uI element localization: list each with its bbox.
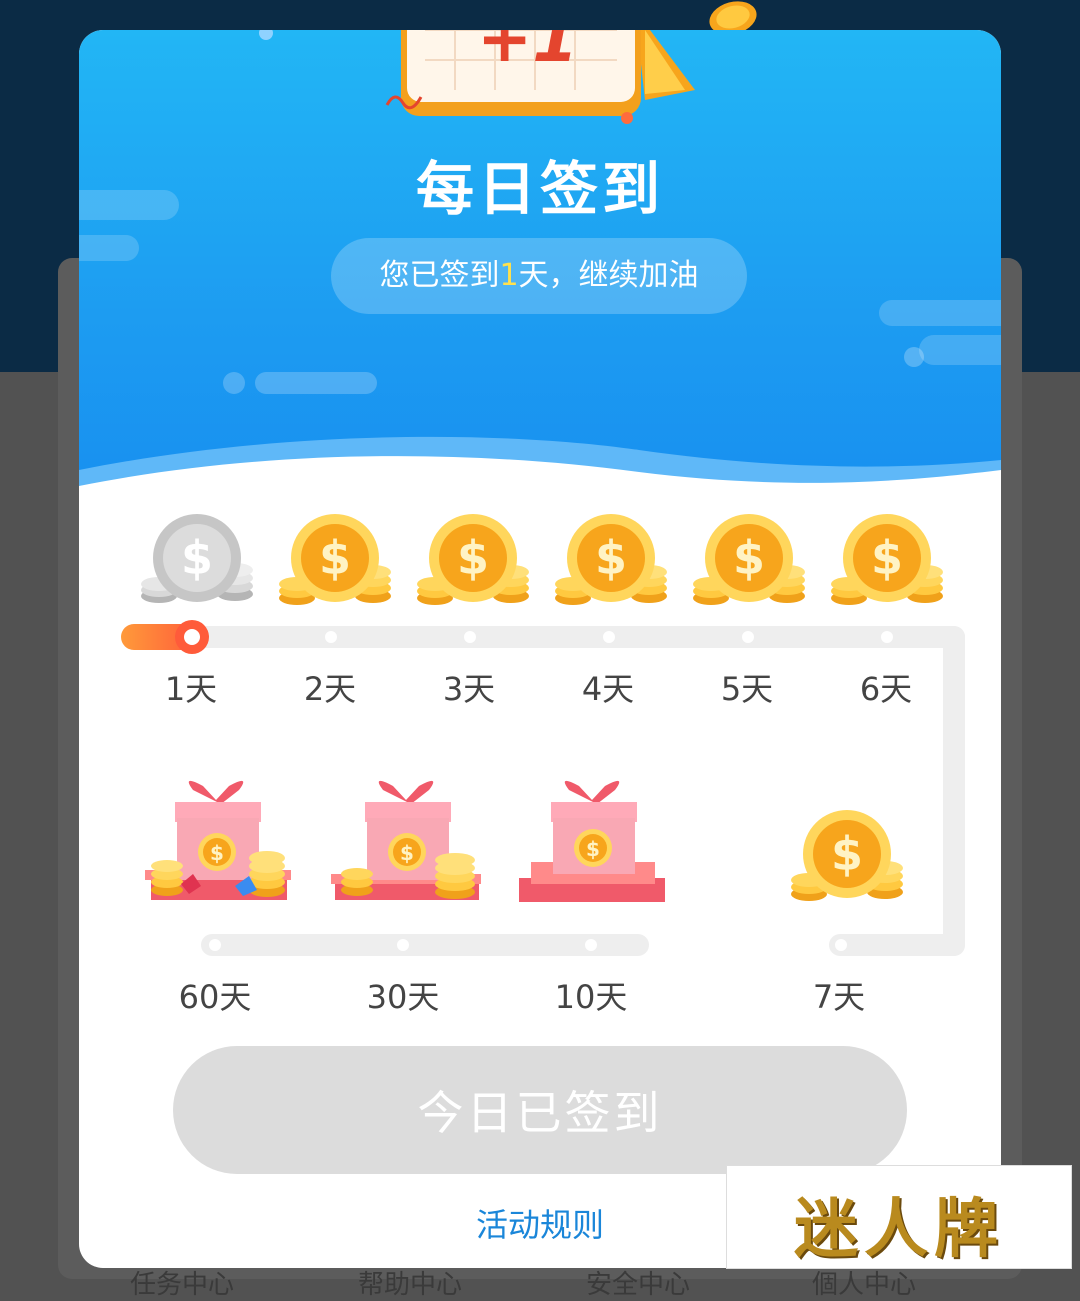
gift-box-gems-reward-icon: $ (145, 780, 291, 900)
silver-coin-reward-icon: $ (141, 514, 253, 603)
progress-dot (397, 939, 409, 951)
day-label: 6天 (859, 670, 913, 708)
progress-dot (464, 631, 476, 643)
progress-dot (603, 631, 615, 643)
svg-text:$: $ (871, 531, 903, 585)
day-label: 10天 (554, 978, 628, 1016)
background-tab: 安全中心 (586, 1270, 691, 1300)
progress-track (137, 626, 965, 648)
day-label: 5天 (720, 670, 774, 708)
gold-coin-reward-icon: $ (417, 514, 529, 605)
progress-track (829, 934, 965, 956)
day-label: 4天 (581, 670, 635, 708)
day-label: 60天 (178, 978, 252, 1016)
gift-box-reward-icon: $ (519, 780, 665, 902)
background-tab: 任务中心 (130, 1270, 235, 1300)
day-label: 30天 (366, 978, 440, 1016)
svg-text:$: $ (831, 827, 863, 881)
progress-dot (881, 631, 893, 643)
day-label: 1天 (164, 670, 218, 708)
calendar-plus-one: +1 (477, 30, 579, 77)
checkin-days-count: 1 (499, 258, 519, 293)
svg-text:$: $ (319, 531, 351, 585)
progress-dot (742, 631, 754, 643)
checkin-modal: +1 每日签到 您已签到1天，继续加油 $ $ $ $ $ $ 1天 2天 3天… (79, 30, 1001, 1268)
svg-text:$: $ (210, 841, 224, 865)
gold-coin-reward-icon: $ (693, 514, 805, 605)
gold-coin-reward-icon: $ (555, 514, 667, 605)
progress-dot (585, 939, 597, 951)
progress-track (201, 934, 649, 956)
progress-dot (835, 939, 847, 951)
svg-text:$: $ (181, 531, 213, 585)
checked-in-today-button[interactable]: 今日已签到 (173, 1046, 907, 1174)
page-title: 每日签到 (415, 155, 664, 223)
gold-coin-reward-icon: $ (831, 514, 943, 605)
ribbon-icon (385, 95, 423, 110)
cloud-icon (879, 300, 1001, 367)
svg-text:$: $ (595, 531, 627, 585)
checkin-status: 您已签到1天，继续加油 (331, 238, 747, 314)
gold-coin-reward-icon: $ (791, 810, 903, 901)
gold-coin-reward-icon: $ (279, 514, 391, 605)
gift-box-coins-reward-icon: $ (331, 780, 481, 900)
cloud-icon (223, 372, 377, 394)
day-label: 3天 (442, 670, 496, 708)
svg-text:$: $ (586, 837, 600, 861)
progress-track (943, 626, 965, 956)
svg-text:$: $ (733, 531, 765, 585)
progress-marker (175, 620, 209, 654)
day-label: 7天 (812, 978, 866, 1016)
day-label: 2天 (303, 670, 357, 708)
svg-text:$: $ (457, 531, 489, 585)
watermark-logo: 迷人牌 (726, 1165, 1072, 1269)
progress-dot (325, 631, 337, 643)
background-tab: 帮助中心 (358, 1270, 463, 1300)
progress-dot (209, 939, 221, 951)
svg-text:$: $ (400, 841, 414, 865)
